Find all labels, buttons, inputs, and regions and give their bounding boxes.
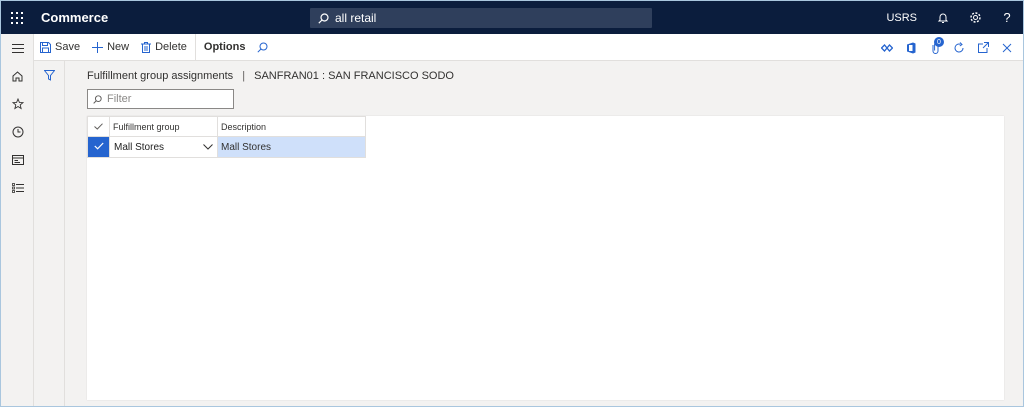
nav-home-button[interactable] [1, 62, 34, 90]
filter-pane-strip [34, 61, 65, 406]
fulfillment-group-dropdown[interactable]: Mall Stores [110, 137, 217, 157]
app-window: Commerce USRS ? [0, 0, 1024, 407]
save-label: Save [55, 41, 81, 53]
delete-button[interactable]: Delete [135, 34, 193, 61]
search-icon [318, 12, 329, 24]
top-bar: Commerce USRS ? [1, 1, 1023, 34]
notifications-button[interactable] [927, 1, 959, 34]
show-filters-button[interactable] [34, 61, 65, 89]
checkmark-icon [94, 122, 103, 130]
help-button[interactable]: ? [991, 1, 1023, 34]
checkmark-icon [93, 142, 104, 150]
quick-filter[interactable] [87, 89, 234, 109]
help-icon: ? [1003, 10, 1011, 25]
star-icon [11, 98, 24, 110]
save-icon [40, 41, 51, 53]
table-row[interactable]: Mall Stores Mall Stores [87, 136, 366, 158]
office-button[interactable] [899, 34, 923, 61]
page-name: Fulfillment group assignments [87, 70, 234, 82]
action-pane-right: 0 [875, 34, 1019, 61]
description-cell[interactable]: Mall Stores [217, 136, 366, 158]
home-icon [12, 70, 23, 81]
breadcrumb-separator: | [242, 70, 246, 82]
workspace-icon [11, 155, 24, 165]
close-icon [1002, 43, 1012, 52]
nav-menu-button[interactable] [1, 34, 34, 62]
global-search[interactable] [310, 8, 652, 28]
bell-icon [937, 13, 949, 23]
delete-label: Delete [155, 41, 187, 53]
fulfillment-group-value: Mall Stores [114, 141, 165, 153]
nav-workspaces-button[interactable] [1, 146, 34, 174]
search-icon [93, 94, 102, 104]
grid-panel: Fulfillment group Description Mall Store… [87, 116, 1004, 400]
fulfillment-group-cell[interactable]: Mall Stores [109, 136, 218, 158]
new-button[interactable]: New [86, 34, 135, 61]
attachments-count-badge: 0 [934, 37, 944, 47]
action-search-button[interactable] [251, 34, 278, 61]
power-apps-button[interactable] [875, 34, 899, 61]
refresh-button[interactable] [947, 34, 971, 61]
close-button[interactable] [995, 34, 1019, 61]
list-icon [11, 183, 24, 193]
trash-icon [141, 41, 152, 53]
search-icon [257, 42, 268, 53]
new-label: New [107, 41, 130, 53]
nav-recent-button[interactable] [1, 118, 34, 146]
popout-icon [977, 42, 989, 53]
top-right-controls: USRS ? [886, 1, 1023, 34]
company-picker[interactable]: USRS [886, 12, 917, 24]
record-caption: SANFRAN01 : SAN FRANCISCO SODO [254, 70, 454, 82]
refresh-icon [954, 41, 964, 52]
funnel-icon [44, 69, 55, 81]
open-new-window-button[interactable] [971, 34, 995, 61]
main-content: Fulfillment group assignments | SANFRAN0… [65, 61, 1023, 406]
hamburger-icon [11, 43, 24, 53]
row-select-checkbox[interactable] [87, 136, 110, 158]
nav-favorites-button[interactable] [1, 90, 34, 118]
gear-icon [969, 12, 981, 23]
settings-button[interactable] [959, 1, 991, 34]
global-search-input[interactable] [335, 11, 635, 25]
column-header-description[interactable]: Description [217, 116, 366, 137]
options-tab[interactable]: Options [194, 33, 252, 61]
diamond-link-icon [881, 43, 893, 52]
grid-header-row: Fulfillment group Description [87, 116, 366, 137]
office-icon [907, 42, 916, 53]
left-navigation [1, 34, 34, 406]
action-pane: Save New Delete Options 0 [34, 33, 1023, 61]
plus-icon [92, 41, 104, 53]
select-all-checkbox[interactable] [87, 116, 110, 137]
column-header-fulfillment-group[interactable]: Fulfillment group [109, 116, 218, 137]
chevron-down-icon[interactable] [203, 144, 213, 150]
quick-filter-input[interactable] [107, 93, 227, 105]
clock-icon [12, 126, 23, 138]
nav-modules-button[interactable] [1, 174, 34, 202]
app-title[interactable]: Commerce [41, 10, 108, 25]
page-title: Fulfillment group assignments | SANFRAN0… [87, 70, 454, 82]
save-button[interactable]: Save [34, 34, 86, 61]
attachments-button[interactable]: 0 [923, 34, 947, 61]
app-launcher-icon[interactable] [1, 1, 33, 34]
fulfillment-group-grid: Fulfillment group Description Mall Store… [87, 116, 366, 158]
